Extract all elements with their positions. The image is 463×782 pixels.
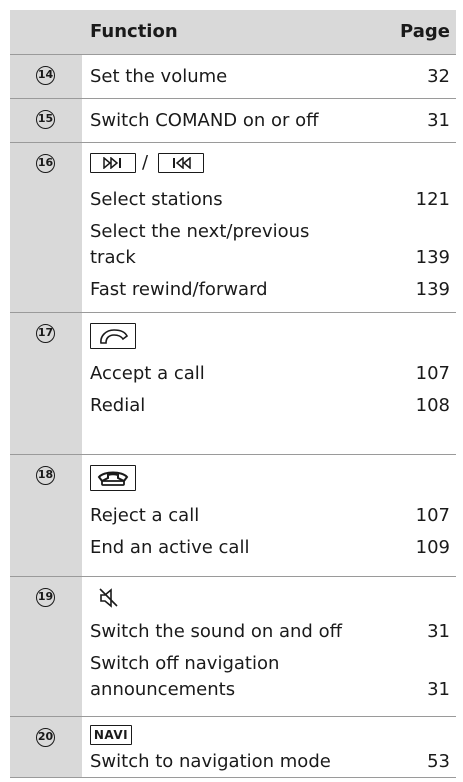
table-row: 19 Switch the sound on and off 31 Switch… bbox=[10, 576, 456, 716]
page-number: 121 bbox=[415, 189, 450, 210]
page-number: 32 bbox=[427, 66, 450, 87]
page-number: 139 bbox=[415, 279, 450, 300]
item-number: 14 bbox=[36, 66, 55, 85]
page-number: 31 bbox=[427, 110, 450, 131]
table-header: Function Page bbox=[10, 10, 456, 54]
phone-accept-icon bbox=[100, 329, 129, 344]
function-label-continued: track bbox=[90, 247, 136, 268]
table-row: 17 Accept a call 107 Redial 108 bbox=[10, 312, 456, 454]
function-label: Switch COMAND on or off bbox=[90, 110, 319, 131]
page-number: 108 bbox=[415, 395, 450, 416]
function-label: End an active call bbox=[90, 537, 250, 558]
function-label: Switch the sound on and off bbox=[90, 621, 342, 642]
key-separator: / bbox=[142, 152, 149, 173]
function-label: Switch off navigation bbox=[90, 653, 280, 674]
item-number: 20 bbox=[36, 728, 55, 747]
table-row: 15 Switch COMAND on or off 31 bbox=[10, 98, 456, 142]
page-number: 109 bbox=[415, 537, 450, 558]
function-label: Select the next/previous bbox=[90, 221, 310, 242]
item-number: 18 bbox=[36, 466, 55, 485]
page-number: 107 bbox=[415, 363, 450, 384]
function-table: Function Page 14 Set the volume 32 15 Sw… bbox=[10, 10, 456, 778]
function-label: Reject a call bbox=[90, 505, 200, 526]
function-label: Fast rewind/forward bbox=[90, 279, 268, 300]
page-number: 31 bbox=[427, 679, 450, 700]
item-number: 16 bbox=[36, 154, 55, 173]
function-label: Switch to navigation mode bbox=[90, 751, 331, 772]
table-row: 14 Set the volume 32 bbox=[10, 54, 456, 98]
page-number: 31 bbox=[427, 621, 450, 642]
function-label: Select stations bbox=[90, 189, 223, 210]
page-number: 107 bbox=[415, 505, 450, 526]
function-column-header: Function bbox=[90, 21, 178, 42]
function-label: Redial bbox=[90, 395, 146, 416]
page-column-header: Page bbox=[400, 21, 450, 42]
function-label: Accept a call bbox=[90, 363, 205, 384]
phone-hangup-key bbox=[90, 465, 136, 491]
function-label: Set the volume bbox=[90, 66, 228, 87]
phone-accept-key bbox=[90, 323, 136, 349]
page-number: 53 bbox=[427, 751, 450, 772]
mute-icon bbox=[99, 588, 118, 608]
table-row: 20 NAVI Switch to navigation mode 53 bbox=[10, 716, 456, 778]
previous-track-key bbox=[158, 153, 204, 173]
navi-key: NAVI bbox=[90, 725, 132, 745]
table-row: 16 / Select stations 121 Select the next… bbox=[10, 142, 456, 312]
next-track-key bbox=[90, 153, 136, 173]
phone-hangup-icon bbox=[97, 471, 129, 486]
function-label-continued: announcements bbox=[90, 679, 236, 700]
item-number: 17 bbox=[36, 324, 55, 343]
page-number: 139 bbox=[415, 247, 450, 268]
next-track-icon bbox=[103, 157, 121, 169]
previous-track-icon bbox=[173, 157, 191, 169]
item-number: 15 bbox=[36, 110, 55, 129]
table-row: 18 Reject a call 107 End an active call … bbox=[10, 454, 456, 576]
item-number: 19 bbox=[36, 588, 55, 607]
